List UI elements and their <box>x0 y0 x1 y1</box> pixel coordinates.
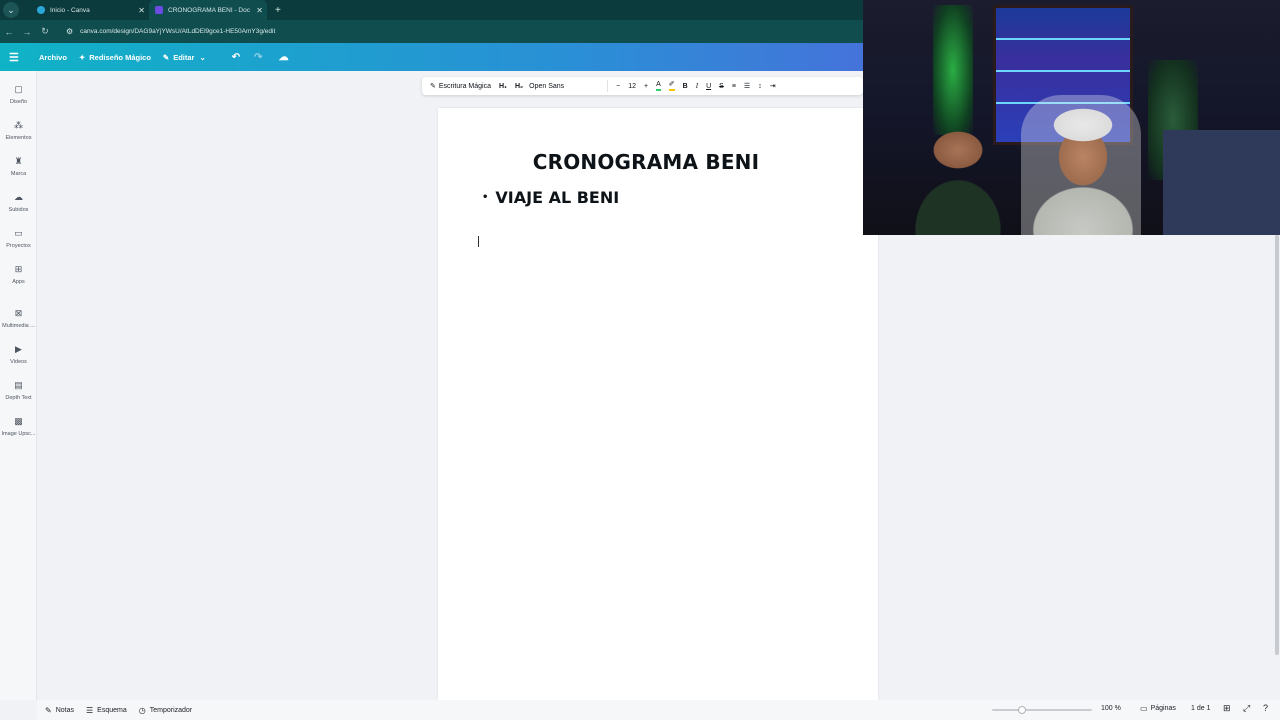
editar-dropdown[interactable]: ✎ Editar ⌄ <box>163 53 210 62</box>
sidebar-item-marca[interactable]: ♜ Marca <box>0 155 37 177</box>
font-size-increase-button[interactable]: + <box>644 83 648 90</box>
close-tab-icon[interactable]: ✕ <box>138 6 145 15</box>
temporizador-button[interactable]: ◷ Temporizador <box>139 706 192 715</box>
image-upscaler-icon: ▩ <box>14 416 23 426</box>
bold-button[interactable]: B <box>683 83 688 90</box>
tab-title: Inicio - Canva <box>50 6 90 14</box>
bullet-dot-icon: • <box>482 192 489 203</box>
text-color-icon[interactable]: A <box>656 81 661 91</box>
zoom-value[interactable]: 100 % <box>1101 705 1121 712</box>
font-size-decrease-button[interactable]: − <box>616 83 620 90</box>
sidebar-item-depth-text[interactable]: ▤ Depth Text <box>0 379 37 401</box>
help-icon[interactable]: ? <box>1263 703 1268 713</box>
reload-icon[interactable]: ↻ <box>36 26 54 37</box>
outline-icon: ☰ <box>86 705 94 715</box>
tab-title: CRONOGRAMA BENI - Doc <box>168 6 250 14</box>
design-icon: ▢ <box>14 84 23 94</box>
url-text: canva.com/design/DAG9aYjYWsU/AtLdDEl9gce… <box>80 28 276 35</box>
zoom-slider[interactable] <box>992 706 1092 714</box>
bulleted-list-icon[interactable]: ☰ <box>744 82 750 90</box>
pencil-icon: ✎ <box>162 52 170 62</box>
sidebar-item-apps[interactable]: ⊞ Apps <box>0 263 37 285</box>
fullscreen-icon[interactable]: ⤢ <box>1243 703 1250 714</box>
sidebar-item-diseno[interactable]: ▢ Diseño <box>0 83 37 105</box>
sidebar-item-videos[interactable]: ▶ Videos <box>0 343 37 365</box>
elements-icon: ⁂ <box>14 120 23 130</box>
sidebar-item-image-upscaler[interactable]: ▩ Image Upsc... <box>0 415 37 437</box>
heading2-button[interactable]: H₂ <box>515 83 523 90</box>
magic-write-button[interactable]: ✎ Escritura Mágica <box>430 82 491 91</box>
grid-view-icon[interactable]: ⊞ <box>1223 703 1231 714</box>
pages-icon: ▭ <box>1140 704 1148 713</box>
person-left <box>903 110 1013 235</box>
sidebar-item-proyectos[interactable]: ▭ Proyectos <box>0 227 37 249</box>
divider <box>607 80 609 92</box>
upload-cloud-icon: ☁ <box>14 192 23 202</box>
cloud-save-icon[interactable]: ☁ <box>279 52 289 63</box>
document-page[interactable]: CRONOGRAMA BENI • VIAJE AL BENI <box>438 108 878 700</box>
document-title[interactable]: CRONOGRAMA BENI <box>438 150 854 174</box>
zoom-slider-knob[interactable] <box>1018 706 1026 714</box>
rediseno-magico-button[interactable]: ✦ Rediseño Mágico <box>79 53 151 62</box>
bullet-item[interactable]: • VIAJE AL BENI <box>482 188 619 207</box>
status-bar: ✎ Notas ☰ Esquema ◷ Temporizador 100 % ▭ Pág… <box>37 700 1280 720</box>
text-cursor <box>478 236 479 247</box>
sidebar-item-subidos[interactable]: ☁ Subidos <box>0 191 37 213</box>
underline-button[interactable]: U <box>706 83 711 90</box>
canva-doc-favicon-icon <box>155 6 163 14</box>
timer-icon: ◷ <box>138 705 146 715</box>
redo-icon[interactable]: ↷ <box>254 52 262 63</box>
video-icon: ▶ <box>15 344 22 354</box>
forward-icon[interactable]: → <box>18 27 36 37</box>
heading1-button[interactable]: H₁ <box>499 83 507 90</box>
magic-wand-icon: ✎ <box>430 83 436 90</box>
esquema-button[interactable]: ☰ Esquema <box>86 706 127 715</box>
browser-tab-cronograma[interactable]: CRONOGRAMA BENI - Doc ✕ <box>149 0 267 20</box>
new-tab-icon[interactable]: + <box>275 5 281 16</box>
left-sidebar: ▢ Diseño ⁂ Elementos ♜ Marca ☁ Subidos ▭ Proy… <box>0 71 37 700</box>
chevron-down-icon: ⌄ <box>199 52 206 62</box>
brand-icon: ♜ <box>14 156 23 166</box>
font-family-select[interactable]: Open Sans <box>529 83 599 90</box>
notas-button[interactable]: ✎ Notas <box>45 706 74 715</box>
undo-icon[interactable]: ↶ <box>232 52 240 63</box>
sidebar-item-multimedia[interactable]: ⊠ Multimedia ... <box>0 307 37 329</box>
text-toolbar: ✎ Escritura Mágica H₁ H₂ Open Sans − 12 +… <box>422 77 863 95</box>
depth-text-icon: ▤ <box>14 380 23 390</box>
url-field[interactable]: ⚙ canva.com/design/DAG9aYjYWsU/AtLdDEl9g… <box>60 23 281 40</box>
italic-button[interactable]: I <box>696 82 698 90</box>
archivo-menu[interactable]: Archivo <box>39 53 67 62</box>
paginas-button[interactable]: ▭ Páginas <box>1140 704 1176 713</box>
page-count: 1 de 1 <box>1191 705 1211 712</box>
person-right <box>1013 95 1153 235</box>
close-tab-icon[interactable]: ✕ <box>256 6 263 15</box>
align-left-icon[interactable]: ≡ <box>732 83 736 90</box>
font-size-input[interactable]: 12 <box>628 83 636 90</box>
sidebar-item-elementos[interactable]: ⁂ Elementos <box>0 119 37 141</box>
notes-icon: ✎ <box>45 705 52 715</box>
folder-icon: ▭ <box>14 228 23 238</box>
apps-icon: ⊞ <box>14 264 23 274</box>
bullet-text: VIAJE AL BENI <box>495 188 620 207</box>
hamburger-menu-icon[interactable]: ☰ <box>9 51 27 64</box>
sofa <box>1163 130 1280 235</box>
browser-tab-inicio[interactable]: Inicio - Canva ✕ <box>31 0 149 20</box>
sparkle-icon: ✦ <box>78 52 86 62</box>
tab-search-icon[interactable]: ⌄ <box>3 2 19 18</box>
highlight-color-icon[interactable]: ✐ <box>668 81 675 91</box>
webcam-overlay <box>863 0 1280 235</box>
back-icon[interactable]: ← <box>0 27 18 37</box>
site-settings-icon[interactable]: ⚙ <box>66 27 73 36</box>
indent-icon[interactable]: ⇥ <box>770 82 776 90</box>
line-spacing-icon[interactable]: ↕ <box>758 83 762 90</box>
canva-favicon-icon <box>37 6 45 14</box>
multimedia-icon: ⊠ <box>14 308 23 318</box>
strikethrough-button[interactable]: S <box>719 83 724 90</box>
vertical-scrollbar[interactable] <box>1275 235 1279 655</box>
